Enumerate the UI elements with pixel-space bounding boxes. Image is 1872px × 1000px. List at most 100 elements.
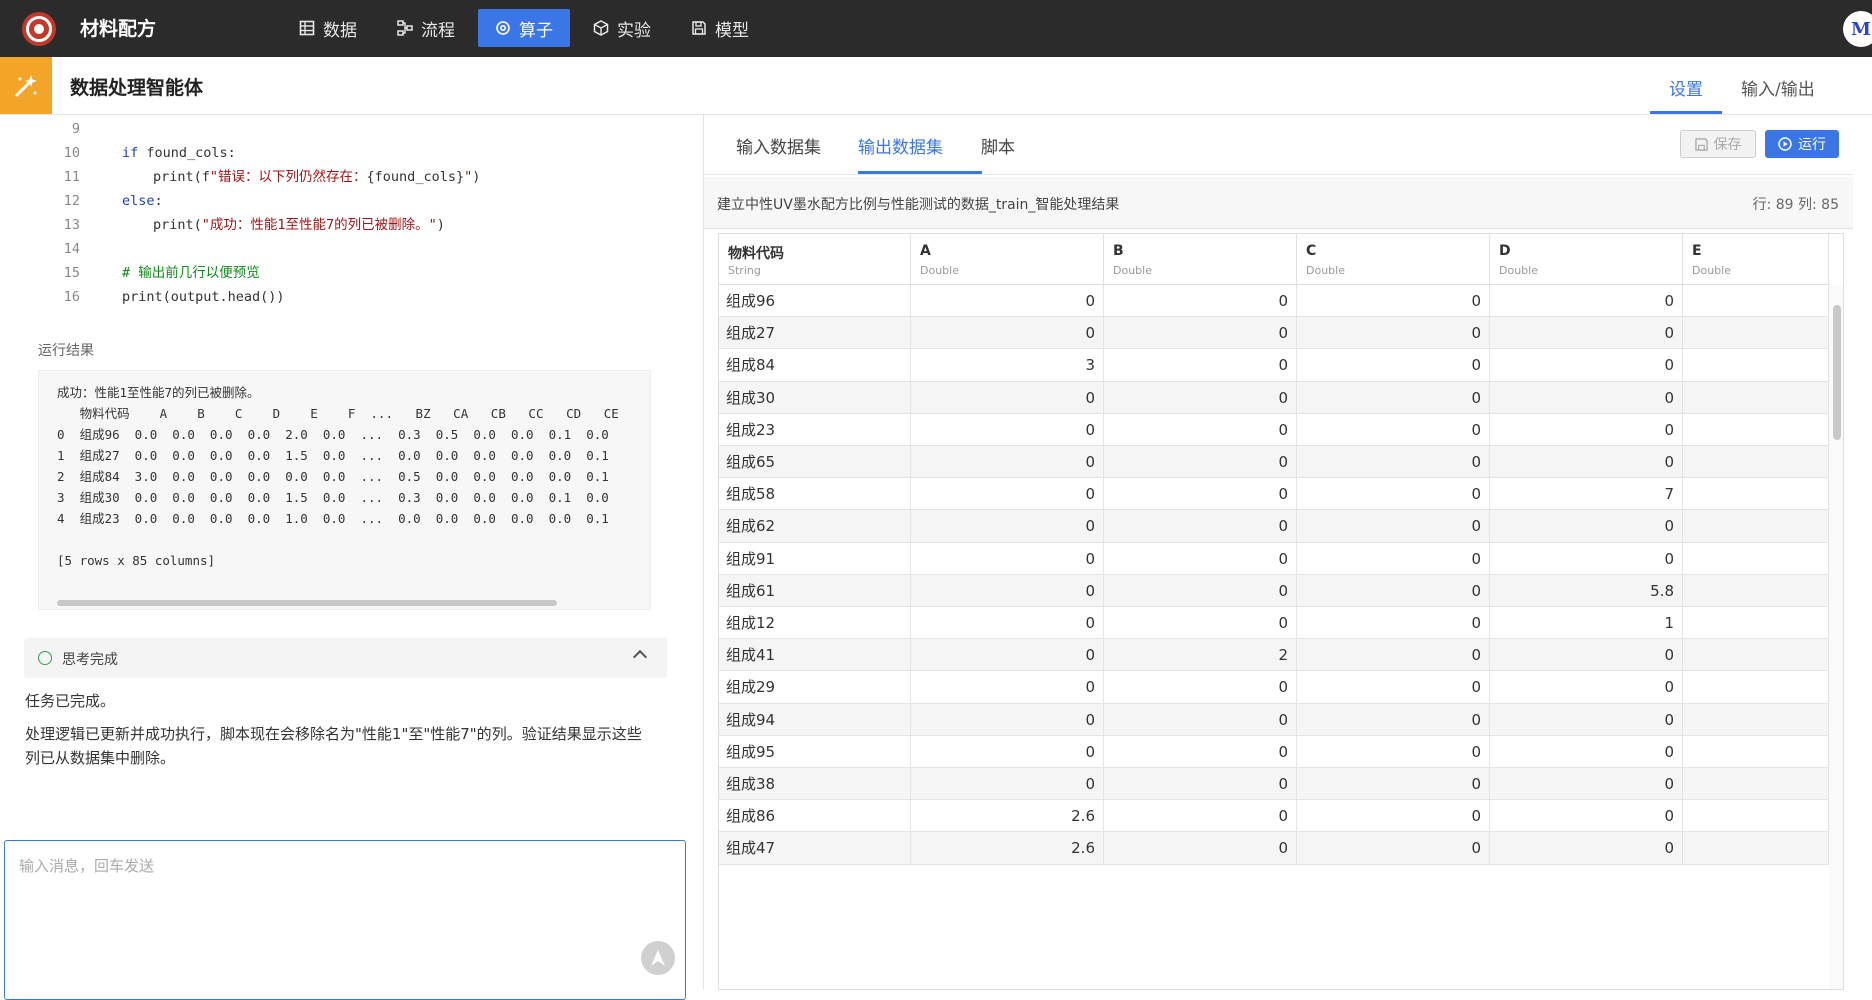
value-cell[interactable]: 0: [911, 446, 1104, 478]
value-cell[interactable]: [1683, 703, 1829, 736]
value-cell[interactable]: 0: [911, 703, 1104, 736]
value-cell[interactable]: 0: [1297, 317, 1490, 350]
value-cell[interactable]: [1683, 413, 1829, 446]
run-button[interactable]: 运行: [1765, 130, 1839, 158]
value-cell[interactable]: 1: [1490, 607, 1683, 639]
value-cell[interactable]: [1683, 285, 1829, 317]
value-cell[interactable]: 0: [1297, 510, 1490, 543]
value-cell[interactable]: 0: [1297, 285, 1490, 317]
table-row[interactable]: 组成84 3 0 0 0: [719, 349, 1829, 382]
nav-item-operator[interactable]: 算子: [478, 9, 570, 47]
material-code-cell[interactable]: 组成96: [719, 285, 911, 317]
value-cell[interactable]: 0: [1104, 574, 1297, 607]
value-cell[interactable]: [1683, 607, 1829, 639]
value-cell[interactable]: [1683, 478, 1829, 511]
material-code-cell[interactable]: 组成41: [719, 639, 911, 672]
value-cell[interactable]: 0: [911, 478, 1104, 511]
value-cell[interactable]: 0: [911, 639, 1104, 672]
material-code-cell[interactable]: 组成27: [719, 317, 911, 350]
value-cell[interactable]: [1683, 832, 1829, 865]
value-cell[interactable]: 0: [1490, 349, 1683, 382]
horizontal-scrollbar[interactable]: [49, 598, 641, 608]
value-cell[interactable]: 0: [1104, 671, 1297, 704]
value-cell[interactable]: 0: [1490, 703, 1683, 736]
value-cell[interactable]: 0: [1297, 381, 1490, 414]
value-cell[interactable]: 0: [1104, 510, 1297, 543]
value-cell[interactable]: 2.6: [911, 800, 1104, 833]
value-cell[interactable]: 0: [911, 413, 1104, 446]
scrollbar-thumb[interactable]: [57, 600, 557, 606]
table-row[interactable]: 组成96 0 0 0 0: [719, 285, 1829, 318]
value-cell[interactable]: 0: [911, 542, 1104, 575]
material-code-cell[interactable]: 组成30: [719, 381, 911, 414]
value-cell[interactable]: 0: [1490, 381, 1683, 414]
value-cell[interactable]: 2: [1104, 639, 1297, 672]
value-cell[interactable]: 0: [911, 317, 1104, 350]
column-header[interactable]: C Double: [1297, 234, 1490, 285]
value-cell[interactable]: 0: [911, 735, 1104, 768]
send-button[interactable]: [641, 941, 675, 975]
value-cell[interactable]: 5.8: [1490, 574, 1683, 607]
material-code-cell[interactable]: 组成86: [719, 800, 911, 833]
thinking-status[interactable]: 思考完成: [24, 638, 667, 678]
nav-item-model[interactable]: 模型: [674, 9, 766, 47]
value-cell[interactable]: 0: [1297, 413, 1490, 446]
table-row[interactable]: 组成94 0 0 0 0: [719, 703, 1829, 736]
value-cell[interactable]: 0: [1297, 607, 1490, 639]
value-cell[interactable]: 0: [1104, 317, 1297, 350]
table-row[interactable]: 组成47 2.6 0 0 0: [719, 832, 1829, 865]
value-cell[interactable]: 0: [1297, 478, 1490, 511]
table-row[interactable]: 组成23 0 0 0 0: [719, 413, 1829, 446]
value-cell[interactable]: 0: [1104, 413, 1297, 446]
value-cell[interactable]: 0: [1104, 735, 1297, 768]
value-cell[interactable]: 0: [1104, 349, 1297, 382]
value-cell[interactable]: 0: [1297, 832, 1490, 865]
value-cell[interactable]: [1683, 768, 1829, 800]
value-cell[interactable]: 0: [1297, 800, 1490, 833]
value-cell[interactable]: 0: [1104, 832, 1297, 865]
value-cell[interactable]: 2.6: [911, 832, 1104, 865]
value-cell[interactable]: 0: [1104, 381, 1297, 414]
table-row[interactable]: 组成30 0 0 0 0: [719, 381, 1829, 414]
column-header[interactable]: A Double: [911, 234, 1104, 285]
table-row[interactable]: 组成12 0 0 0 1: [719, 607, 1829, 640]
table-row[interactable]: 组成91 0 0 0 0: [719, 542, 1829, 575]
column-header[interactable]: B Double: [1104, 234, 1297, 285]
vertical-scrollbar[interactable]: [1829, 285, 1843, 989]
value-cell[interactable]: [1683, 735, 1829, 768]
material-code-cell[interactable]: 组成47: [719, 832, 911, 865]
material-code-cell[interactable]: 组成91: [719, 542, 911, 575]
tab-settings[interactable]: 设置: [1669, 75, 1703, 100]
column-header[interactable]: D Double: [1490, 234, 1683, 285]
value-cell[interactable]: 0: [911, 607, 1104, 639]
value-cell[interactable]: 0: [1297, 703, 1490, 736]
value-cell[interactable]: 0: [1104, 285, 1297, 317]
value-cell[interactable]: 0: [1490, 639, 1683, 672]
value-cell[interactable]: 0: [1297, 671, 1490, 704]
value-cell[interactable]: 0: [1297, 446, 1490, 478]
table-row[interactable]: 组成86 2.6 0 0 0: [719, 800, 1829, 833]
tab-io[interactable]: 输入/输出: [1741, 75, 1815, 100]
value-cell[interactable]: 0: [911, 285, 1104, 317]
chevron-up-icon[interactable]: [632, 649, 648, 665]
nav-item-experiment[interactable]: 实验: [576, 9, 668, 47]
tab-script[interactable]: 脚本: [981, 133, 1015, 158]
value-cell[interactable]: 0: [1490, 735, 1683, 768]
value-cell[interactable]: [1683, 639, 1829, 672]
app-logo-icon[interactable]: [22, 12, 56, 46]
value-cell[interactable]: 0: [1297, 574, 1490, 607]
value-cell[interactable]: 0: [1104, 478, 1297, 511]
table-row[interactable]: 组成27 0 0 0 0: [719, 317, 1829, 350]
value-cell[interactable]: 0: [1104, 607, 1297, 639]
value-cell[interactable]: 0: [911, 768, 1104, 800]
nav-item-flow[interactable]: 流程: [380, 9, 472, 47]
value-cell[interactable]: 0: [911, 381, 1104, 414]
material-code-cell[interactable]: 组成94: [719, 703, 911, 736]
value-cell[interactable]: 3: [911, 349, 1104, 382]
value-cell[interactable]: 0: [1104, 542, 1297, 575]
chat-input[interactable]: 输入消息，回车发送: [4, 840, 686, 1000]
value-cell[interactable]: 0: [1490, 510, 1683, 543]
value-cell[interactable]: 0: [1297, 639, 1490, 672]
value-cell[interactable]: 0: [1490, 413, 1683, 446]
table-row[interactable]: 组成29 0 0 0 0: [719, 671, 1829, 704]
